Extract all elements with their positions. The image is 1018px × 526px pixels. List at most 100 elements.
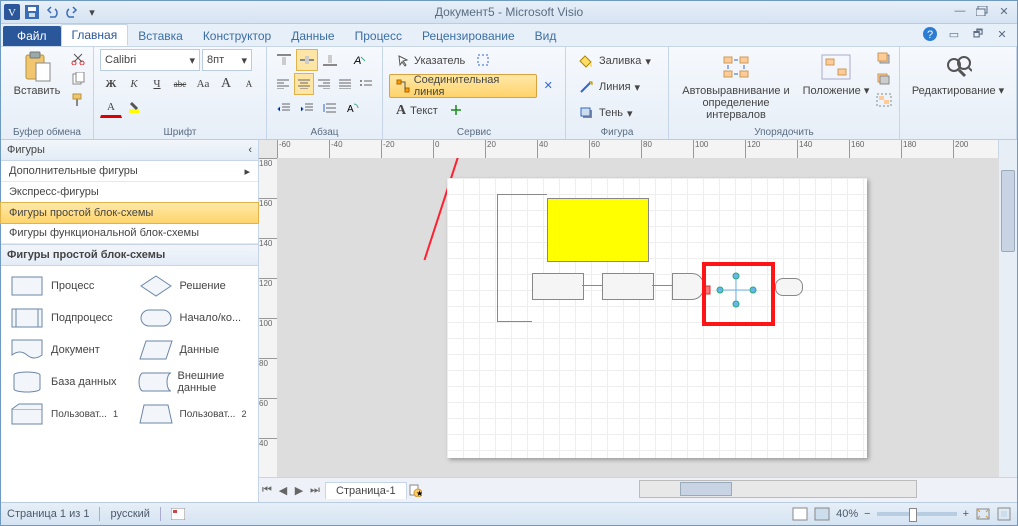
connector-tool[interactable]: Соединительная линия	[389, 74, 537, 98]
ribbon-minimize-icon[interactable]: ▭	[945, 26, 963, 42]
editing-button[interactable]: Редактирование ▾	[906, 49, 1010, 99]
shape-document[interactable]: Документ	[1, 334, 130, 366]
indent-inc[interactable]	[296, 97, 318, 119]
shape-external[interactable]: Внешние данные	[130, 366, 259, 398]
page-prev-icon[interactable]: ◀	[275, 482, 291, 498]
tab-insert[interactable]: Вставка	[128, 26, 193, 46]
cut-icon[interactable]	[69, 49, 87, 67]
connection-point-tool[interactable]	[445, 99, 467, 121]
bring-front-icon[interactable]	[875, 49, 893, 67]
fit-page-icon[interactable]	[975, 507, 991, 521]
fill-button[interactable]: Заливка ▾	[572, 49, 662, 73]
font-size-select[interactable]: 8пт▾	[202, 49, 252, 71]
horizontal-scrollbar[interactable]	[639, 480, 917, 498]
align-justify[interactable]	[335, 73, 355, 95]
align-left[interactable]	[273, 73, 293, 95]
shape-custom1[interactable]: Пользоват...1	[1, 398, 130, 430]
align-center[interactable]	[294, 73, 314, 95]
help-icon[interactable]: ?	[921, 26, 939, 42]
align-top[interactable]	[273, 49, 295, 71]
case-button[interactable]: Aa	[192, 73, 214, 95]
tab-design[interactable]: Конструктор	[193, 26, 281, 46]
box-shape[interactable]	[532, 273, 584, 300]
orientation-button[interactable]: A	[349, 49, 371, 71]
strike-button[interactable]: abc	[169, 73, 191, 95]
tab-process[interactable]: Процесс	[345, 26, 412, 46]
zoom-level[interactable]: 40%	[836, 508, 858, 520]
tab-data[interactable]: Данные	[281, 26, 344, 46]
basic-flowchart-item[interactable]: Фигуры простой блок-схемы	[0, 202, 259, 224]
box-shape[interactable]	[602, 273, 654, 300]
yellow-shape[interactable]	[547, 198, 649, 262]
shape-process[interactable]: Процесс	[1, 270, 130, 302]
pointer-tool[interactable]: Указатель	[389, 49, 472, 73]
macro-icon[interactable]	[171, 508, 185, 520]
position-button[interactable]: Положение ▾	[799, 49, 873, 99]
font-name-select[interactable]: Calibri▾	[100, 49, 200, 71]
zoom-out-icon[interactable]: −	[864, 508, 870, 520]
line-button[interactable]: Линия ▾	[572, 75, 662, 99]
close-button[interactable]: ✕	[995, 3, 1013, 19]
shape-custom2[interactable]: Пользоват...2	[130, 398, 259, 430]
format-painter-icon[interactable]	[69, 91, 87, 109]
rotate-text[interactable]: A	[342, 97, 364, 119]
status-lang[interactable]: русский	[110, 508, 149, 520]
vertical-scrollbar[interactable]	[998, 140, 1017, 478]
undo-icon[interactable]	[43, 3, 61, 21]
terminator-shape[interactable]	[775, 278, 803, 296]
zoom-slider[interactable]	[877, 512, 957, 516]
new-page-icon[interactable]: ★	[407, 482, 423, 498]
quick-shapes-item[interactable]: Экспресс-фигуры	[1, 182, 258, 203]
ribbon-restore-icon[interactable]: 🗗	[969, 26, 987, 42]
view-full-icon[interactable]	[814, 507, 830, 521]
indent-dec[interactable]	[273, 97, 295, 119]
shape-subprocess[interactable]: Подпроцесс	[1, 302, 130, 334]
tab-review[interactable]: Рецензирование	[412, 26, 525, 46]
highlight-button[interactable]	[123, 97, 145, 119]
text-tool[interactable]: AТекст	[389, 99, 445, 123]
delete-x[interactable]: ✕	[537, 74, 559, 96]
auto-align-button[interactable]: Автовыравнивание и определение интервало…	[675, 49, 797, 123]
tab-view[interactable]: Вид	[525, 26, 567, 46]
group-icon[interactable]	[875, 91, 893, 109]
page-last-icon[interactable]: ⏭	[307, 482, 323, 498]
select-dropdown[interactable]	[472, 49, 494, 71]
save-icon[interactable]	[23, 3, 41, 21]
shrink-font-button[interactable]: A	[238, 73, 260, 95]
align-right[interactable]	[315, 73, 335, 95]
page-tab[interactable]: Страница-1	[325, 482, 407, 499]
bold-button[interactable]: Ж	[100, 73, 122, 95]
shadow-button[interactable]: Тень ▾	[572, 101, 662, 125]
and-shape[interactable]	[672, 273, 704, 300]
send-back-icon[interactable]	[875, 70, 893, 88]
shape-decision[interactable]: Решение	[130, 270, 259, 302]
paste-button[interactable]: Вставить	[7, 49, 67, 99]
grow-font-button[interactable]: A	[215, 73, 237, 95]
restore-button[interactable]	[973, 3, 991, 19]
bullets-button[interactable]	[356, 73, 376, 95]
copy-icon[interactable]	[69, 70, 87, 88]
page-next-icon[interactable]: ▶	[291, 482, 307, 498]
full-screen-icon[interactable]	[997, 507, 1011, 521]
ribbon-close-icon[interactable]: ✕	[993, 26, 1011, 42]
view-normal-icon[interactable]	[792, 507, 808, 521]
page-first-icon[interactable]: ⏮	[259, 482, 275, 498]
spacing-button[interactable]	[319, 97, 341, 119]
more-shapes-item[interactable]: Дополнительные фигуры▸	[1, 161, 258, 182]
align-middle[interactable]	[296, 49, 318, 71]
app-icon[interactable]: V	[3, 3, 21, 21]
minimize-button[interactable]: —	[951, 3, 969, 19]
drawing-canvas[interactable]	[277, 158, 999, 478]
collapse-icon[interactable]: ‹	[248, 144, 252, 156]
tab-home[interactable]: Главная	[61, 24, 129, 46]
underline-button[interactable]: Ч	[146, 73, 168, 95]
italic-button[interactable]: К	[123, 73, 145, 95]
align-bottom[interactable]	[319, 49, 341, 71]
shape-terminator[interactable]: Начало/ко...	[130, 302, 259, 334]
font-color-button[interactable]: A	[100, 97, 122, 118]
shape-database[interactable]: База данных	[1, 366, 130, 398]
qat-dropdown-icon[interactable]: ▾	[83, 3, 101, 21]
shape-data[interactable]: Данные	[130, 334, 259, 366]
functional-flowchart-item[interactable]: Фигуры функциональной блок-схемы	[1, 223, 258, 244]
zoom-in-icon[interactable]: +	[963, 508, 969, 520]
